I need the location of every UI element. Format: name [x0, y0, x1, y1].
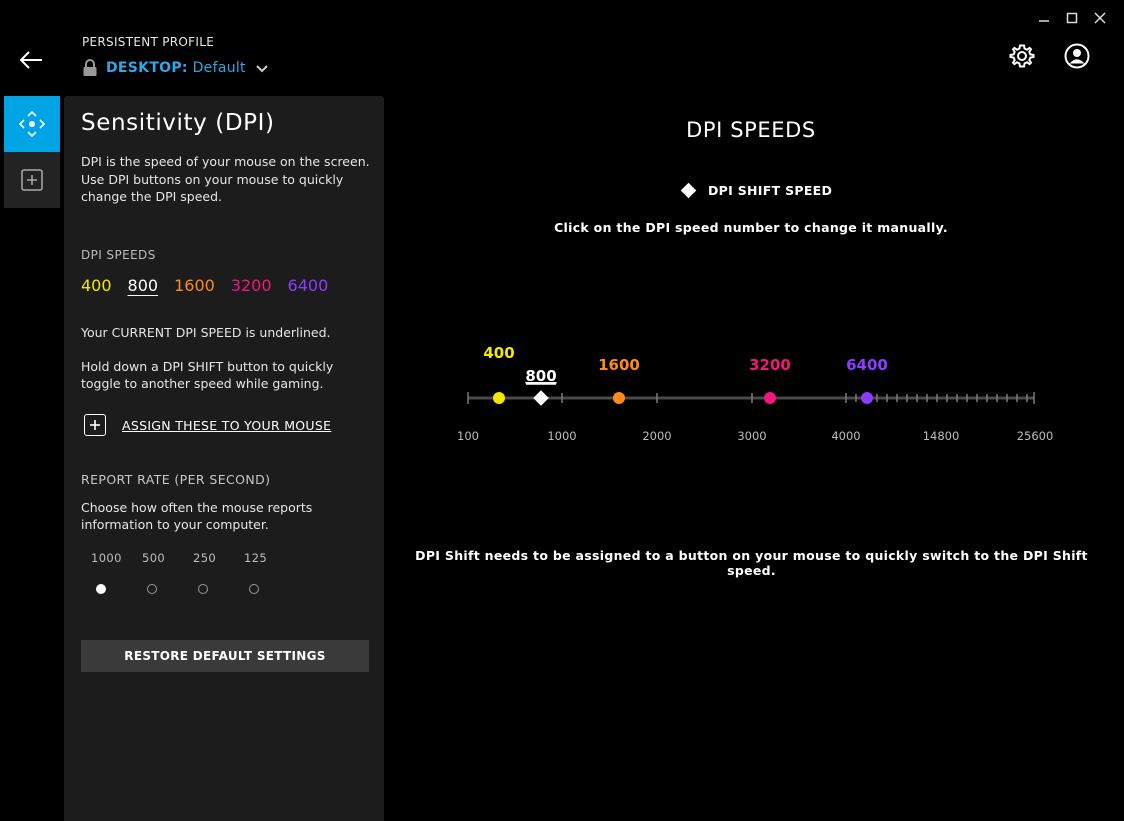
- profile-name: DESKTOP: Default: [106, 60, 246, 76]
- assign-to-mouse-button[interactable]: ASSIGN THESE TO YOUR MOUSE: [84, 414, 331, 436]
- minimize-icon[interactable]: [1030, 8, 1058, 28]
- profile-selector: PERSISTENT PROFILE DESKTOP: Default: [82, 35, 268, 77]
- dpi-speeds-title: DPI SPEEDS: [686, 118, 816, 142]
- lock-icon: [83, 59, 97, 76]
- profile-label: PERSISTENT PROFILE: [82, 35, 215, 49]
- axis-label-25600: 25600: [1017, 429, 1054, 443]
- maximize-icon[interactable]: [1058, 8, 1086, 28]
- dpi-marker-3200[interactable]: [764, 392, 776, 404]
- add-box-icon: [21, 169, 43, 191]
- dpi-marker-1600[interactable]: [613, 392, 625, 404]
- dpi-marker-6400[interactable]: [861, 392, 873, 404]
- close-icon[interactable]: [1086, 8, 1114, 28]
- report-rate-values: 1000 500 250 125: [91, 551, 295, 565]
- report-rate-radio-125[interactable]: [249, 584, 259, 594]
- dpi-value-label-400[interactable]: 400: [483, 344, 514, 362]
- panel-description: DPI is the speed of your mouse on the sc…: [81, 154, 370, 204]
- dpi-marker-400[interactable]: [493, 392, 505, 404]
- dpi-speed-3200[interactable]: 3200: [231, 276, 272, 295]
- axis-label-14800: 14800: [923, 429, 960, 443]
- report-rate-radio-500[interactable]: [147, 584, 157, 594]
- dpi-shift-legend: DPI SHIFT SPEED: [680, 182, 833, 199]
- dpi-speeds-label: DPI SPEEDS: [81, 248, 156, 262]
- dpi-speed-list: 400 800 1600 3200 6400: [81, 276, 328, 295]
- plus-box-icon: [84, 414, 106, 436]
- report-rate-description: Choose how often the mouse reports infor…: [81, 500, 313, 532]
- back-arrow-icon[interactable]: [18, 48, 46, 72]
- click-hint: Click on the DPI speed number to change …: [554, 220, 948, 235]
- report-rate-250: 250: [193, 551, 217, 565]
- feature-rail: [4, 96, 60, 208]
- dpi-shift-legend-label: DPI SHIFT SPEED: [708, 183, 833, 198]
- report-rate-1000: 1000: [91, 551, 122, 565]
- dpi-slider[interactable]: 400 800 1600 3200 6400 100 1000 2000 300…: [440, 330, 1080, 450]
- dpi-speed-1600[interactable]: 1600: [174, 276, 215, 295]
- report-rate-radio-250[interactable]: [198, 584, 208, 594]
- report-rate-500: 500: [142, 551, 166, 565]
- axis-label-2000: 2000: [642, 429, 671, 443]
- chevron-down-icon: [256, 65, 268, 73]
- dpi-shift-hold-note: Hold down a DPI SHIFT button to quickly …: [81, 359, 334, 391]
- diamond-icon: [680, 182, 697, 199]
- gear-icon[interactable]: [1009, 43, 1035, 69]
- profile-dropdown[interactable]: DESKTOP: Default: [82, 59, 268, 77]
- sensitivity-panel: Sensitivity (DPI) DPI is the speed of yo…: [64, 96, 384, 821]
- dpi-speed-400[interactable]: 400: [81, 276, 112, 295]
- current-dpi-note: Your CURRENT DPI SPEED is underlined.: [81, 325, 331, 340]
- axis-label-3000: 3000: [737, 429, 766, 443]
- window-controls: [1030, 8, 1114, 28]
- rail-item-sensitivity[interactable]: [4, 96, 60, 152]
- restore-defaults-button[interactable]: RESTORE DEFAULT SETTINGS: [81, 640, 369, 672]
- axis-label-100: 100: [457, 429, 479, 443]
- dpi-shift-marker-800[interactable]: [533, 390, 549, 406]
- move-arrows-icon: [18, 110, 46, 138]
- panel-title: Sensitivity (DPI): [81, 110, 275, 136]
- dpi-value-label-3200[interactable]: 3200: [749, 356, 791, 374]
- report-rate-radios: [96, 584, 300, 594]
- report-rate-label: REPORT RATE (PER SECOND): [81, 472, 271, 487]
- dpi-value-label-6400[interactable]: 6400: [846, 356, 888, 374]
- assign-label: ASSIGN THESE TO YOUR MOUSE: [122, 417, 332, 433]
- axis-label-1000: 1000: [547, 429, 576, 443]
- dpi-value-label-800[interactable]: 800: [525, 367, 556, 385]
- dpi-value-label-1600[interactable]: 1600: [598, 356, 640, 374]
- dpi-speed-6400[interactable]: 6400: [288, 276, 329, 295]
- report-rate-125: 125: [244, 551, 268, 565]
- rail-item-add[interactable]: [4, 152, 60, 208]
- report-rate-radio-1000[interactable]: [96, 584, 106, 594]
- account-icon[interactable]: [1064, 43, 1090, 69]
- axis-label-4000: 4000: [831, 429, 860, 443]
- dpi-shift-assign-note: DPI Shift needs to be assigned to a butt…: [415, 548, 1088, 578]
- dpi-speed-800[interactable]: 800: [128, 276, 159, 295]
